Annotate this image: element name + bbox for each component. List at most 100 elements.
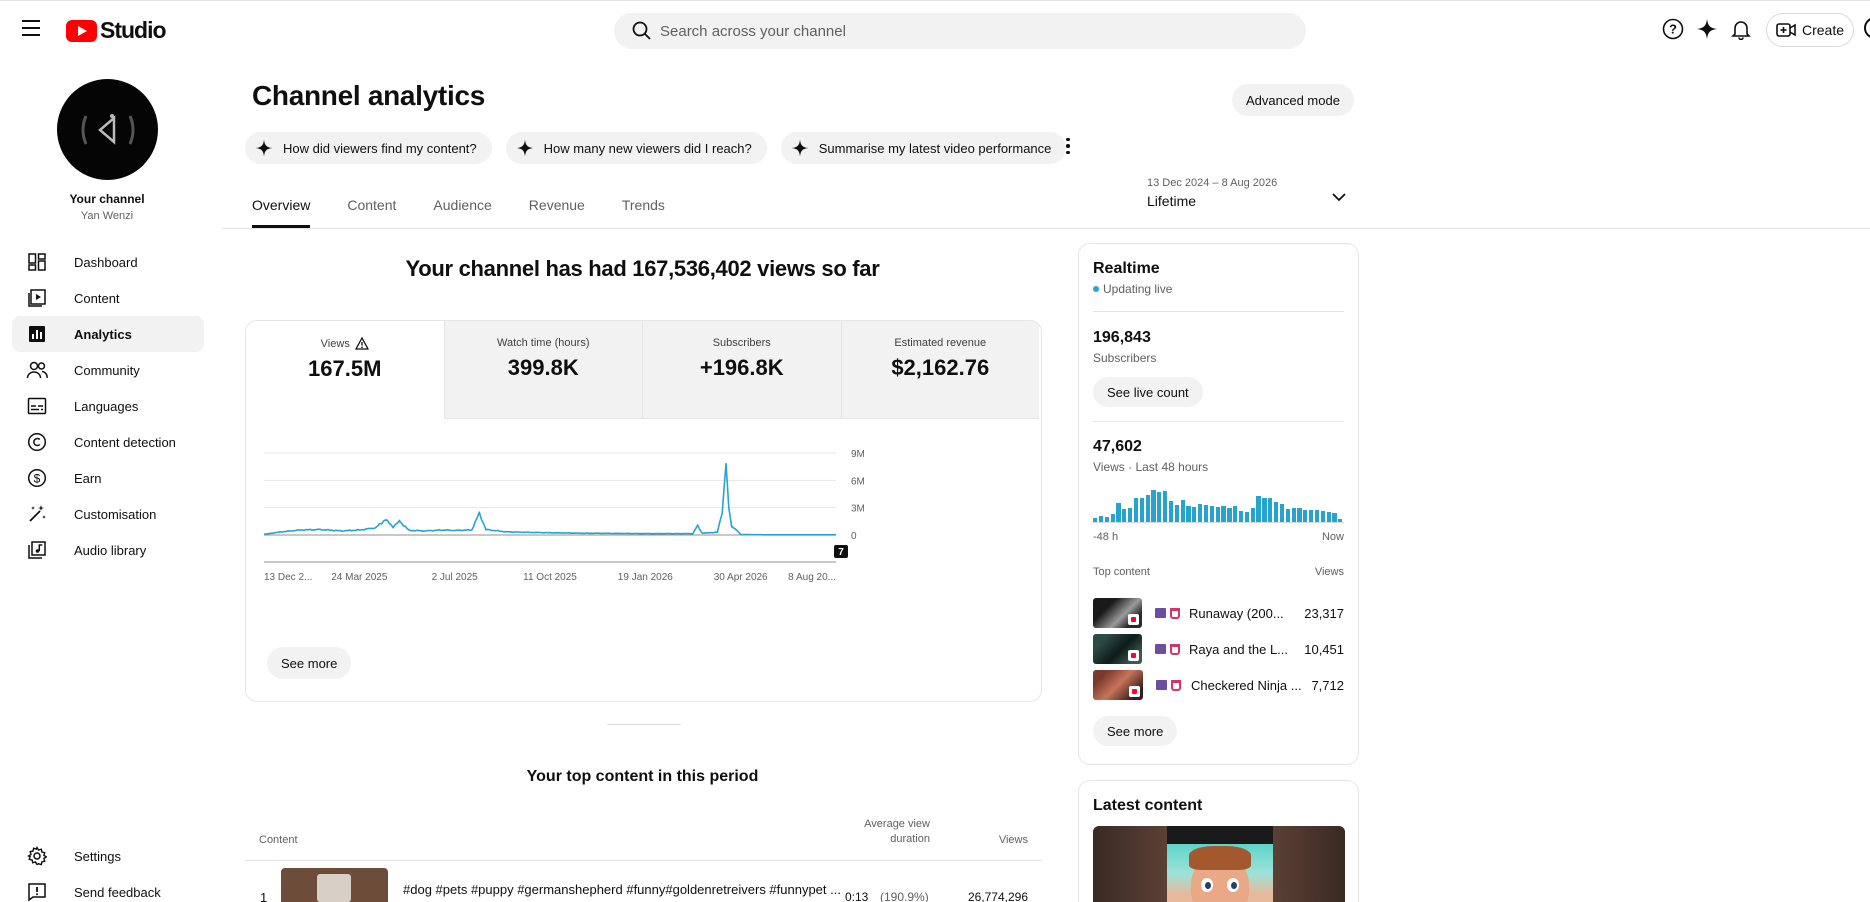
sidebar-item-audio-library[interactable]: Audio library [12, 532, 204, 568]
clapperboard-icon [1156, 680, 1167, 690]
latest-video-thumbnail[interactable] [1093, 826, 1345, 902]
latest-content-card: Latest content [1078, 780, 1359, 902]
date-range[interactable]: 13 Dec 2024 – 8 Aug 2026 [1147, 177, 1277, 189]
chip-viewers-find[interactable]: How did viewers find my content? [245, 132, 492, 164]
realtime-bar [1314, 510, 1320, 522]
metric-revenue[interactable]: Estimated revenue $2,162.76 [840, 321, 1039, 419]
realtime-bar [1139, 497, 1144, 522]
community-icon [22, 360, 52, 380]
sidebar-item-label: Languages [74, 398, 139, 414]
tab-revenue[interactable]: Revenue [529, 188, 585, 228]
chip-summarise[interactable]: Summarise my latest video performance [780, 132, 1067, 164]
sidebar-item-label: Earn [74, 470, 102, 486]
search-input[interactable] [660, 22, 1260, 40]
realtime-bar [1104, 516, 1109, 522]
metric-subscribers[interactable]: Subscribers +196.8K [642, 321, 841, 419]
popcorn-icon [1169, 607, 1180, 619]
metric-value: 167.5M [308, 356, 382, 381]
languages-icon [22, 396, 52, 416]
sidebar-item-earn[interactable]: $ Earn [12, 460, 204, 496]
col-header-views: Views [998, 834, 1028, 846]
menu-icon[interactable] [22, 20, 40, 36]
magic-wand-icon [22, 504, 52, 524]
table-header-divider [245, 860, 1042, 861]
sidebar-item-content[interactable]: Content [12, 280, 204, 316]
realtime-status: Updating live [1093, 282, 1172, 296]
realtime-bar-chart [1093, 489, 1344, 523]
sidebar-item-content-detection[interactable]: Content detection [12, 424, 204, 460]
top-content-item[interactable]: Runaway (200... 23,317 [1093, 598, 1344, 628]
realtime-bar [1174, 505, 1179, 522]
tab-content[interactable]: Content [347, 188, 396, 228]
realtime-bar [1274, 502, 1279, 522]
sidebar-item-community[interactable]: Community [12, 352, 204, 388]
sparkle-icon [516, 139, 533, 157]
top-content-item[interactable]: Raya and the L... 10,451 [1093, 634, 1344, 664]
sidebar-item-label: Settings [74, 848, 121, 864]
realtime-bar [1122, 509, 1127, 522]
sidebar-item-label: Dashboard [74, 254, 138, 270]
analytics-tabs: Overview Content Audience Revenue Trends [252, 188, 665, 228]
sidebar-item-send-feedback[interactable]: Send feedback [12, 874, 204, 902]
item-title: Runaway (200... [1189, 605, 1284, 621]
notifications-icon[interactable] [1729, 17, 1753, 41]
sidebar-item-analytics[interactable]: Analytics [12, 316, 204, 352]
realtime-bar [1186, 505, 1191, 522]
sidebar-item-dashboard[interactable]: Dashboard [12, 244, 204, 280]
create-label: Create [1801, 22, 1845, 38]
tab-trends[interactable]: Trends [622, 188, 665, 228]
suggestion-chips: How did viewers find my content? How man… [245, 132, 1067, 164]
search-bar[interactable] [614, 13, 1306, 49]
more-options-icon[interactable] [1063, 134, 1073, 158]
sparkle-icon[interactable] [1695, 17, 1719, 41]
marker-badge-label: 7 [838, 547, 844, 558]
realtime-bar [1110, 513, 1115, 522]
x-tick-label: 24 Mar 2025 [331, 572, 388, 583]
x-tick-label: 30 Apr 2026 [714, 572, 768, 583]
studio-logo[interactable]: Studio [66, 17, 167, 44]
video-title[interactable]: #dog #pets #puppy #germanshepherd #funny… [403, 882, 841, 897]
realtime-bar [1238, 511, 1244, 522]
realtime-see-more-button[interactable]: See more [1093, 716, 1178, 746]
col-header-content: Content [259, 834, 298, 846]
metric-views[interactable]: Views 167.5M [246, 321, 444, 419]
rt-views-value: 47,602 [1093, 438, 1142, 455]
analytics-icon [22, 324, 52, 344]
realtime-bar [1221, 506, 1226, 522]
account-avatar[interactable] [1864, 17, 1870, 39]
realtime-bar [1151, 489, 1156, 522]
item-title: Raya and the L... [1189, 641, 1289, 657]
channel-avatar[interactable] [57, 79, 158, 180]
tab-audience[interactable]: Audience [433, 188, 491, 228]
sidebar-item-label: Analytics [74, 326, 132, 342]
search-icon[interactable] [624, 13, 660, 49]
help-icon[interactable]: ? [1661, 17, 1685, 41]
realtime-bar [1168, 500, 1174, 522]
col-header-avd-line2: duration [890, 833, 930, 845]
metric-watch-time[interactable]: Watch time (hours) 399.8K [443, 321, 642, 419]
tab-overview[interactable]: Overview [252, 188, 311, 228]
see-more-button[interactable]: See more [267, 647, 352, 679]
see-live-count-button[interactable]: See live count [1093, 377, 1203, 407]
item-thumbnail [1093, 670, 1143, 700]
chip-label: Summarise my latest video performance [818, 140, 1052, 156]
sidebar-item-settings[interactable]: Settings [12, 838, 204, 874]
row-views: 26,774,296 [967, 890, 1028, 902]
sidebar-item-languages[interactable]: Languages [12, 388, 204, 424]
top-content-item[interactable]: Checkered Ninja ... 7,712 [1093, 670, 1344, 700]
chevron-down-icon[interactable] [1330, 188, 1348, 206]
chip-new-viewers[interactable]: How many new viewers did I reach? [505, 132, 767, 164]
item-thumbnail [1093, 634, 1142, 664]
realtime-bar [1309, 510, 1314, 522]
realtime-bar [1338, 518, 1343, 522]
sidebar-item-customisation[interactable]: Customisation [12, 496, 204, 532]
date-period-label[interactable]: Lifetime [1147, 193, 1196, 209]
advanced-mode-button[interactable]: Advanced mode [1232, 84, 1354, 116]
table-row[interactable]: 1 #dog #pets #puppy #germanshepherd #fun… [245, 866, 1042, 902]
row-rank: 1 [260, 890, 268, 902]
realtime-bar [1215, 507, 1220, 522]
rt-views-label: Views · Last 48 hours [1093, 460, 1209, 474]
video-thumbnail[interactable] [281, 868, 388, 902]
create-button[interactable]: Create [1766, 13, 1854, 47]
realtime-bar [1180, 499, 1185, 522]
